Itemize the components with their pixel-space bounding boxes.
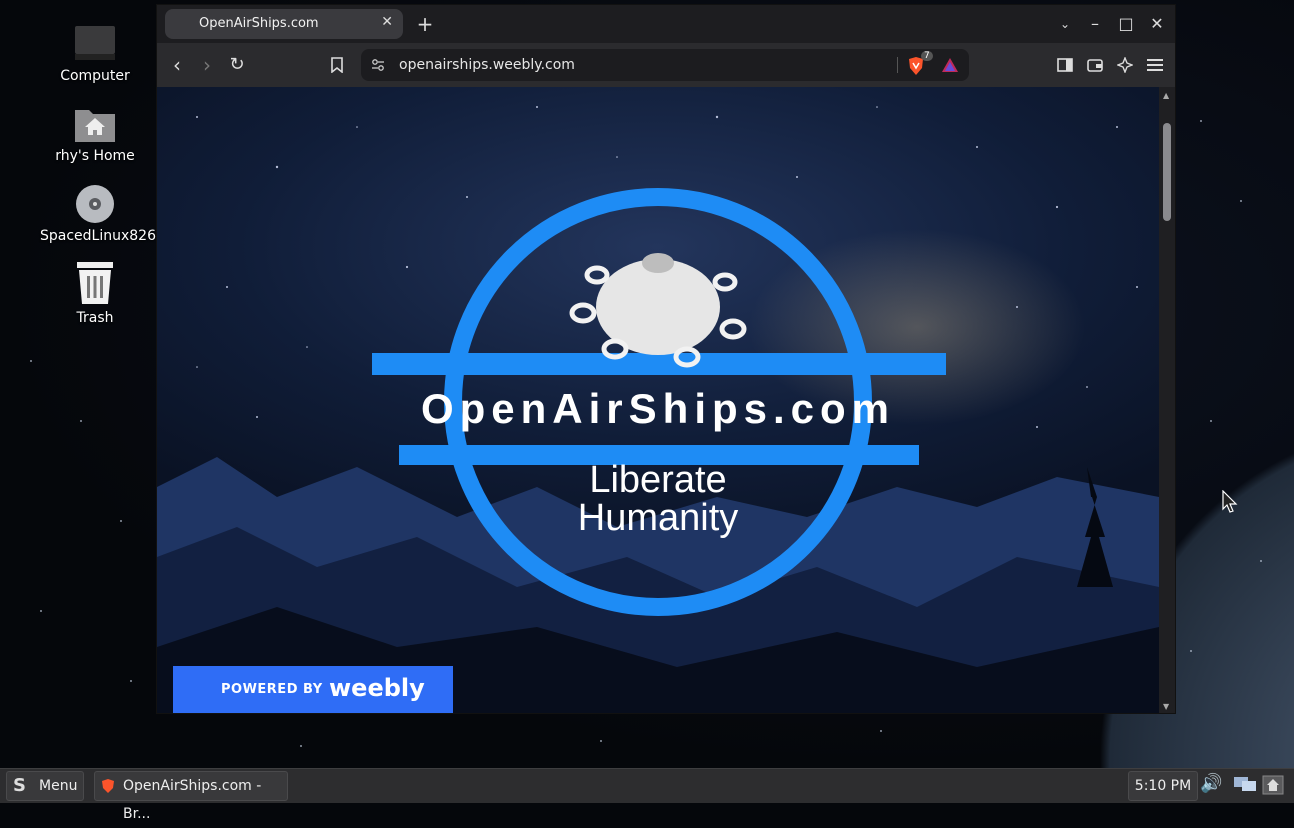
brave-browser-icon	[102, 779, 114, 793]
desktop-icon-computer[interactable]: Computer	[40, 24, 150, 84]
back-button[interactable]: ‹	[163, 51, 191, 79]
maximize-button[interactable]: □	[1112, 10, 1140, 38]
desktop-icon-label: SpacedLinux826	[40, 228, 156, 244]
sidebar-icon	[1057, 58, 1073, 72]
sidebar-toggle-button[interactable]	[1051, 51, 1079, 79]
reload-button[interactable]: ↻	[223, 51, 251, 79]
powered-by-label: POWERED BY	[221, 682, 323, 697]
tab-strip: OpenAirShips.com ✕ + ⌄ – □ ✕	[157, 5, 1175, 43]
close-window-button[interactable]: ✕	[1143, 10, 1171, 38]
powered-by-weebly-banner[interactable]: POWERED BY weebly	[173, 666, 453, 713]
tab-list-chevron-icon[interactable]: ⌄	[1051, 10, 1079, 38]
clock[interactable]: 5:10 PM	[1128, 771, 1198, 801]
desktop-icon-label: Computer	[60, 68, 130, 84]
menu-label: Menu	[39, 778, 78, 794]
tab-close-icon[interactable]: ✕	[381, 14, 393, 30]
minimize-button[interactable]: –	[1081, 10, 1109, 38]
desktop-icon-label: rhy's Home	[55, 148, 135, 164]
scrollbar-thumb[interactable]	[1163, 123, 1171, 221]
browser-window: OpenAirShips.com ✕ + ⌄ – □ ✕ ‹ › ↻ opena…	[156, 4, 1176, 714]
computer-icon	[75, 26, 115, 60]
shields-count-badge: 7	[921, 51, 933, 61]
page-scrollbar[interactable]: ▲ ▼	[1159, 87, 1175, 713]
taskbar-window-title: OpenAirShips.com - Br...	[123, 778, 262, 822]
optical-disc-icon	[76, 185, 114, 223]
desktop-icon-home[interactable]: rhy's Home	[40, 104, 150, 164]
leo-ai-button[interactable]	[1111, 51, 1139, 79]
url-text: openairships.weebly.com	[399, 57, 575, 73]
wallet-icon	[1087, 59, 1103, 72]
network-icon[interactable]	[1230, 775, 1260, 795]
main-menu-button[interactable]	[1141, 51, 1169, 79]
bookmark-button[interactable]	[323, 51, 351, 79]
new-tab-button[interactable]: +	[411, 10, 439, 38]
address-bar[interactable]: openairships.weebly.com 7	[361, 49, 969, 81]
home-folder-icon	[75, 110, 115, 142]
start-menu-button[interactable]: S Menu	[6, 771, 84, 801]
site-title: OpenAirShips.com	[420, 385, 896, 432]
tagline-line2: Humanity	[577, 497, 739, 539]
hamburger-icon	[1147, 59, 1163, 71]
bookmark-icon	[331, 57, 343, 74]
scroll-down-arrow-icon[interactable]: ▼	[1163, 702, 1169, 711]
trash-icon	[77, 262, 113, 304]
site-info-icon[interactable]	[371, 58, 385, 72]
sparkle-icon	[1116, 56, 1134, 74]
taskbar: S Menu ⋮ OpenAirShips.com - Br... 5:10 P…	[0, 768, 1294, 822]
forward-button[interactable]: ›	[193, 51, 221, 79]
tagline-line1: Liberate	[589, 459, 727, 501]
volume-icon[interactable]: 🔊	[1200, 773, 1222, 794]
web-page-viewport: OpenAirShips.com Liberate Humanity POWER…	[157, 87, 1159, 713]
tab-title: OpenAirShips.com	[199, 16, 319, 31]
desktop-icon-label: Trash	[76, 310, 114, 326]
clock-text: 5:10 PM	[1134, 778, 1192, 794]
show-desktop-icon[interactable]	[1262, 775, 1284, 795]
desktop-icon-trash[interactable]: Trash	[40, 262, 150, 326]
wallet-button[interactable]	[1081, 51, 1109, 79]
taskbar-window-button[interactable]: OpenAirShips.com - Br...	[94, 771, 288, 822]
mouse-cursor-icon	[1222, 490, 1238, 513]
menu-logo-icon: S	[13, 775, 26, 796]
address-bar-divider	[897, 57, 898, 73]
scroll-up-arrow-icon[interactable]: ▲	[1163, 91, 1169, 100]
weebly-logo: weebly	[329, 674, 425, 702]
browser-tab[interactable]: OpenAirShips.com ✕	[165, 9, 403, 39]
brave-rewards-icon[interactable]	[941, 57, 959, 73]
navigation-toolbar: ‹ › ↻ openairships.weebly.com 7	[157, 43, 1175, 87]
desktop-icon-disc[interactable]: SpacedLinux826	[40, 184, 156, 244]
